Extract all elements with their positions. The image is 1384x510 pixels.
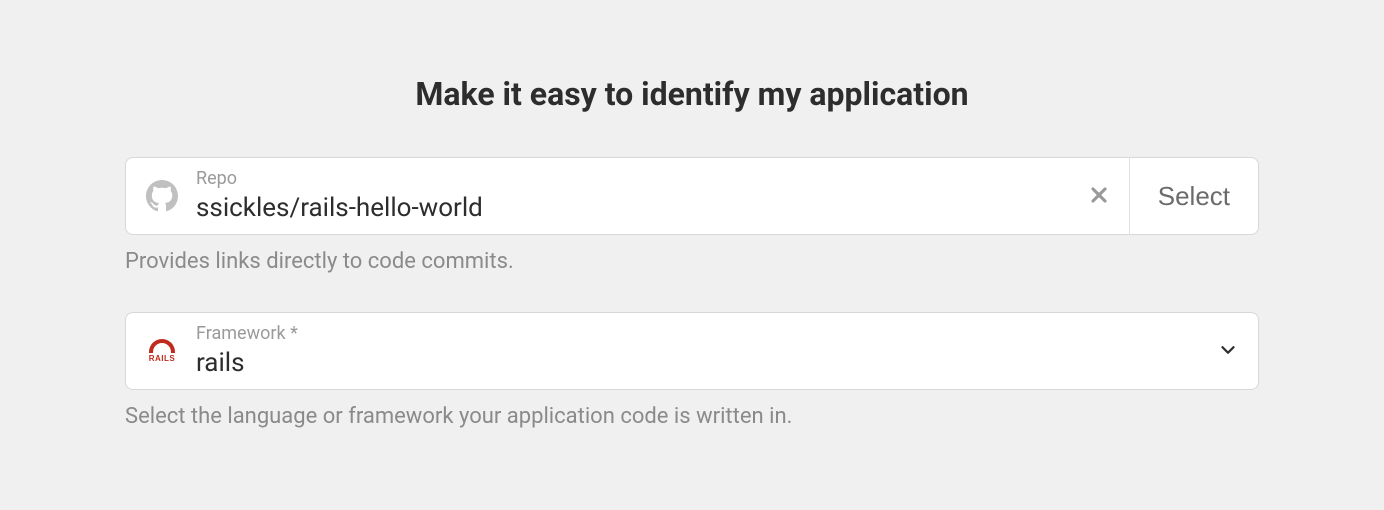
framework-field-body: RAILS Framework * rails xyxy=(126,313,1198,389)
repo-helper-text: Provides links directly to code commits. xyxy=(125,249,1259,274)
repo-label: Repo xyxy=(196,168,1059,190)
repo-select-button[interactable]: Select xyxy=(1129,158,1258,234)
close-icon xyxy=(1089,185,1109,208)
framework-field-row: RAILS Framework * rails Select the langu… xyxy=(125,312,1259,429)
framework-label: Framework * xyxy=(196,323,1180,345)
chevron-down-icon xyxy=(1217,339,1239,364)
github-icon xyxy=(144,178,180,214)
repo-field-body[interactable]: Repo ssickles/rails-hello-world xyxy=(126,158,1077,234)
repo-field-row: Repo ssickles/rails-hello-world Select P… xyxy=(125,157,1259,274)
page-title: Make it easy to identify my application xyxy=(125,75,1259,113)
repo-value: ssickles/rails-hello-world xyxy=(196,192,1059,225)
repo-field-container: Repo ssickles/rails-hello-world Select xyxy=(125,157,1259,235)
repo-clear-button[interactable] xyxy=(1077,174,1121,218)
framework-field-container[interactable]: RAILS Framework * rails xyxy=(125,312,1259,390)
framework-helper-text: Select the language or framework your ap… xyxy=(125,404,1259,429)
rails-icon: RAILS xyxy=(144,333,180,369)
framework-value: rails xyxy=(196,347,1180,380)
framework-dropdown-button[interactable] xyxy=(1198,313,1258,389)
